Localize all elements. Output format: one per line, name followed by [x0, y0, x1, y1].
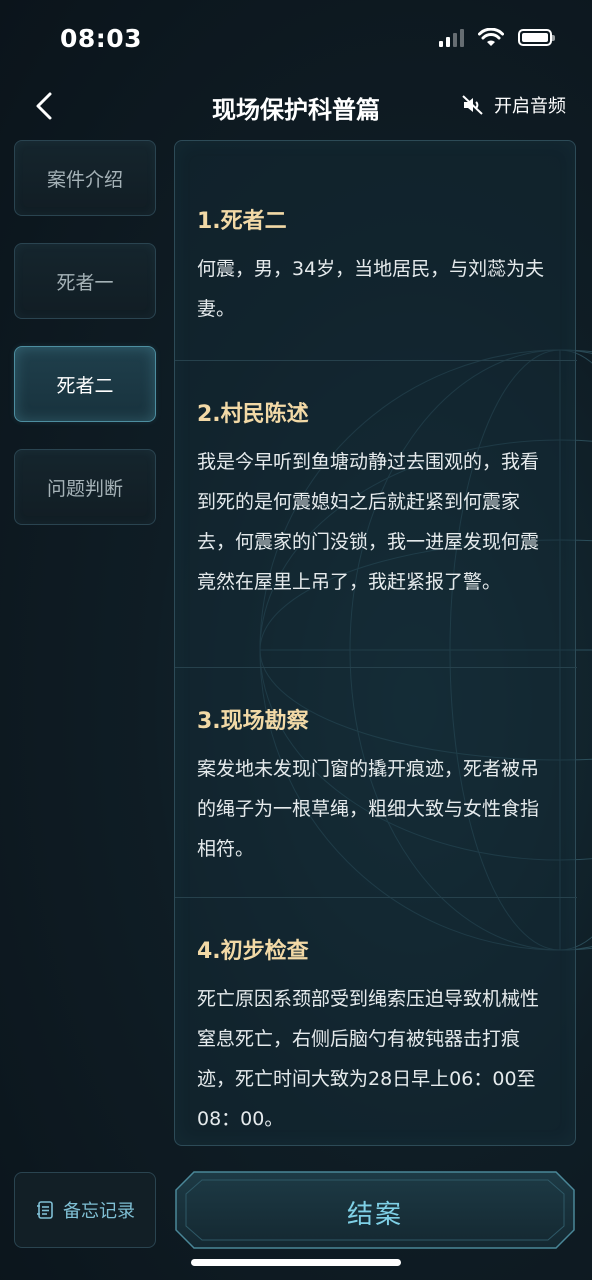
- audio-toggle-button[interactable]: 开启音频: [462, 92, 566, 118]
- memo-button-label: 备忘记录: [63, 1201, 135, 1222]
- header: 现场保护科普篇 开启音频: [0, 80, 592, 132]
- sidebar-item-label: 死者一: [56, 271, 114, 294]
- section-body: 死亡原因系颈部受到绳索压迫导致机械性窒息死亡，右侧后脑勺有被钝器击打痕迹，死亡时…: [197, 988, 540, 1130]
- section-divider: [175, 360, 577, 361]
- memo-button[interactable]: 备忘记录: [14, 1172, 156, 1248]
- sidebar-item-label: 问题判断: [46, 477, 123, 500]
- sidebar-item-question-judgment[interactable]: 问题判断: [14, 449, 156, 525]
- section-title: 4.初步检查: [197, 939, 309, 964]
- audio-toggle-label: 开启音频: [494, 96, 566, 117]
- sidebar-item-deceased-one[interactable]: 死者一: [14, 243, 156, 319]
- cellular-signal-icon: [439, 28, 464, 47]
- status-time: 08:03: [60, 24, 143, 53]
- section-scene-survey: 3.现场勘察 案发地未发现门窗的撬开痕迹，死者被吊的绳子为一根草绳，粗细大致与女…: [175, 703, 577, 869]
- status-bar: 08:03: [0, 0, 592, 80]
- section-title: 3.现场勘察: [197, 709, 309, 734]
- battery-icon: [518, 29, 555, 46]
- section-deceased-two: 1.死者二 何震，男，34岁，当地居民，与刘蕊为夫妻。: [175, 203, 577, 329]
- section-title: 1.死者二: [197, 209, 287, 234]
- home-indicator: [191, 1259, 401, 1266]
- status-icons: [439, 28, 555, 47]
- sidebar-item-case-intro[interactable]: 案件介绍: [14, 140, 156, 216]
- content-panel[interactable]: 1.死者二 何震，男，34岁，当地居民，与刘蕊为夫妻。 2.村民陈述 我是今早听…: [174, 140, 577, 1146]
- section-divider: [175, 667, 577, 668]
- section-body: 何震，男，34岁，当地居民，与刘蕊为夫妻。: [197, 258, 545, 320]
- close-case-label: 结案: [346, 1200, 403, 1230]
- section-preliminary-exam: 4.初步检查 死亡原因系颈部受到绳索压迫导致机械性窒息死亡，右侧后脑勺有被钝器击…: [175, 933, 577, 1139]
- sidebar-item-deceased-two[interactable]: 死者二: [14, 346, 156, 422]
- section-body: 案发地未发现门窗的撬开痕迹，死者被吊的绳子为一根草绳，粗细大致与女性食指相符。: [197, 758, 540, 860]
- close-case-button[interactable]: 结案: [174, 1170, 576, 1250]
- sidebar-item-label: 死者二: [56, 374, 114, 397]
- section-body: 我是今早听到鱼塘动静过去围观的，我看到死的是何震媳妇之后就赶紧到何震家去，何震家…: [197, 451, 540, 593]
- section-divider: [175, 897, 577, 898]
- wifi-icon: [478, 28, 504, 46]
- sidebar: 案件介绍 死者一 死者二 问题判断: [14, 140, 158, 552]
- section-title: 2.村民陈述: [197, 402, 309, 427]
- sidebar-item-label: 案件介绍: [46, 168, 123, 191]
- notes-icon: [37, 1201, 53, 1219]
- section-villager-statement: 2.村民陈述 我是今早听到鱼塘动静过去围观的，我看到死的是何震媳妇之后就赶紧到何…: [175, 396, 577, 602]
- speaker-muted-icon: [462, 95, 483, 115]
